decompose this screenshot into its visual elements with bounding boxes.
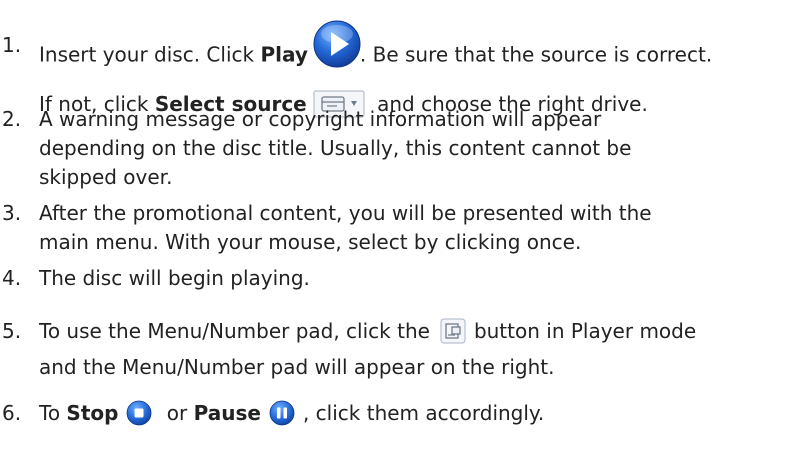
- menu-number-pad-icon: [440, 318, 466, 344]
- stop-label: Stop: [66, 401, 119, 425]
- step-text: To use the Menu/Number pad, click the bu…: [39, 318, 697, 379]
- step-text: To Stop or Pause , click them accordingl…: [39, 400, 545, 426]
- step-number: 5.: [2, 319, 22, 343]
- step-number: 3.: [2, 201, 22, 225]
- step-text: The disc will begin playing.: [39, 266, 310, 290]
- pause-icon: [269, 400, 295, 426]
- step-text: A warning message or copyright informati…: [39, 107, 632, 189]
- step-number: 6.: [2, 401, 22, 425]
- play-icon: [312, 19, 362, 69]
- stop-icon: [126, 400, 152, 426]
- step-number: 4.: [2, 266, 22, 290]
- step-number: 2.: [2, 107, 22, 131]
- play-label: Play: [260, 42, 308, 67]
- step-number: 1.: [2, 33, 22, 57]
- pause-label: Pause: [193, 401, 261, 425]
- step-text: After the promotional content, you will …: [39, 201, 652, 254]
